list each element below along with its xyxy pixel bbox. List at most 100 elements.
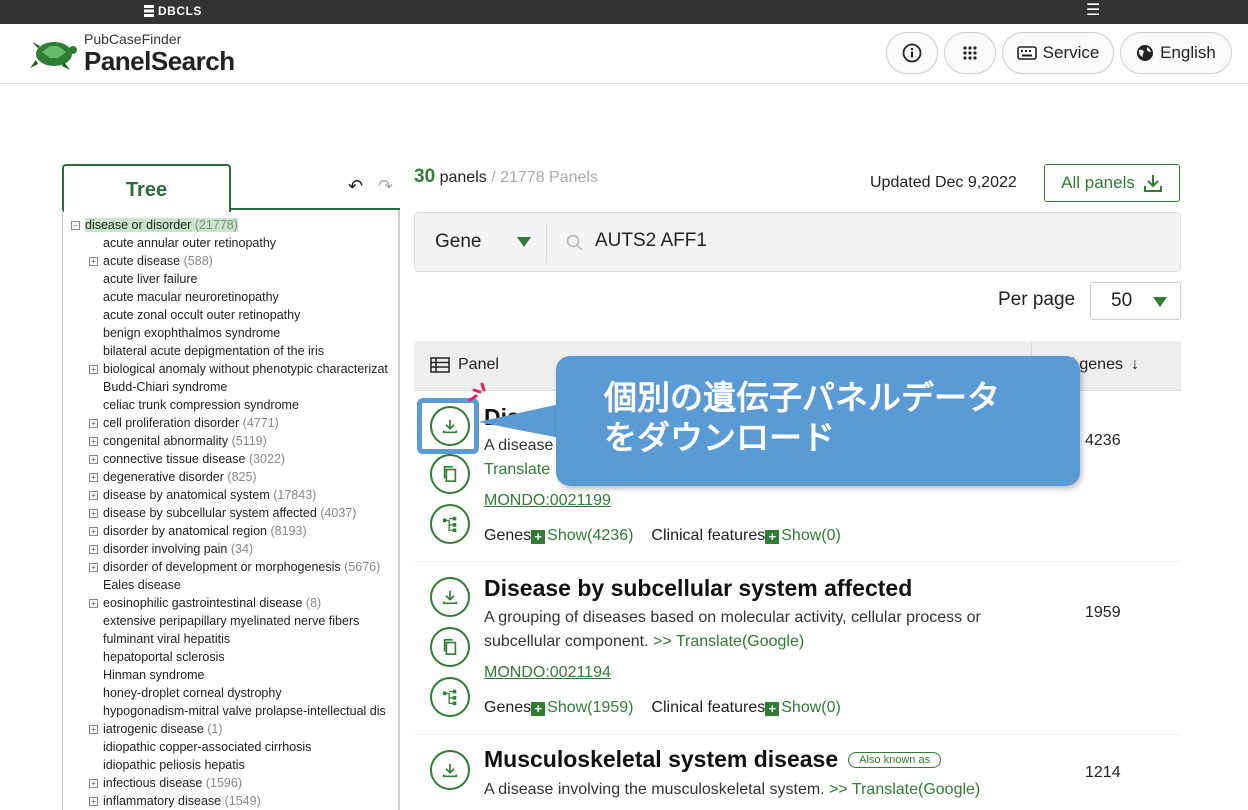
tree-item[interactable]: + disorder of development or morphogenesi… (89, 558, 380, 576)
copy-icon (443, 638, 457, 656)
mondo-link[interactable]: MONDO:0021194 (484, 664, 611, 682)
redo-icon[interactable]: ↷ (378, 176, 393, 197)
search-input[interactable]: AUTS2 AFF1 (595, 230, 707, 252)
expand-icon[interactable]: + (89, 779, 98, 789)
dbcls-brand[interactable]: DBCLS (144, 4, 202, 18)
expand-icon[interactable]: + (89, 365, 98, 375)
tree-item[interactable]: acute zonal occult outer retinopathy (103, 306, 300, 324)
all-panels-label: All panels (1061, 173, 1135, 192)
tree-item[interactable]: idiopathic peliosis hepatis (103, 756, 245, 774)
tree-item[interactable]: acute liver failure (103, 270, 198, 288)
tree-item[interactable]: Hinman syndrome (103, 666, 204, 684)
undo-icon[interactable]: ↶ (348, 176, 363, 197)
tree-item-label: idiopathic copper-associated cirrhosis (103, 740, 312, 754)
tree-item[interactable]: idiopathic copper-associated cirrhosis (103, 738, 311, 756)
translate-link[interactable]: >> Translate(Google) (829, 781, 980, 798)
search-type-select[interactable]: Gene (435, 231, 481, 253)
tree-list[interactable]: − disease or disorder (21778) acute annul… (62, 210, 400, 810)
tree-item[interactable]: + degenerative disorder (825) (89, 468, 257, 486)
expand-icon[interactable]: + (89, 725, 98, 735)
copy-button[interactable] (430, 627, 470, 667)
results-summary: 30 panels / 21778 Panels (414, 166, 598, 188)
tree-item[interactable]: + congenital abnormality (5119) (89, 432, 267, 450)
expand-icon[interactable]: + (89, 563, 98, 573)
tab-tree[interactable]: Tree (62, 164, 231, 212)
genes-show[interactable]: Genes + Show(1959) (484, 699, 633, 717)
expand-icon[interactable]: + (89, 491, 98, 501)
expand-icon[interactable]: + (89, 455, 98, 465)
download-panel-button[interactable] (430, 750, 470, 790)
tree-item[interactable]: hypogonadism-mitral valve prolapse-intel… (103, 702, 386, 720)
also-known-as-badge[interactable]: Also known as (848, 752, 942, 768)
expand-icon[interactable]: + (89, 545, 98, 555)
callout-pointer (478, 404, 560, 438)
expand-icon[interactable]: + (89, 527, 98, 537)
expand-icon[interactable]: + (89, 257, 98, 267)
clinical-show[interactable]: Clinical features + Show(0) (651, 699, 841, 717)
tree-item[interactable]: Budd-Chiari syndrome (103, 378, 227, 396)
expand-icon[interactable]: + (89, 599, 98, 609)
tree-item[interactable]: bilateral acute depigmentation of the ir… (103, 342, 324, 360)
tree-item[interactable]: + connective tissue disease (3022) (89, 450, 285, 468)
tree-item-label: Budd-Chiari syndrome (103, 380, 228, 394)
tree-item[interactable]: acute annular outer retinopathy (103, 234, 276, 252)
tree-item[interactable]: + infectious disease (1596) (89, 774, 242, 792)
clinical-show-link[interactable]: Show(0) (781, 699, 841, 716)
hamburger-icon[interactable]: ☰ (1086, 3, 1100, 19)
panel-title[interactable]: Disease by subcellular system affected (484, 575, 912, 602)
tree-item[interactable]: celiac trunk compression syndrome (103, 396, 299, 414)
tree-item[interactable]: + cell proliferation disorder (4771) (89, 414, 279, 432)
tree-item[interactable]: benign exophthalmos syndrome (103, 324, 280, 342)
clinical-show-link[interactable]: Show(0) (781, 527, 841, 544)
service-button[interactable]: Service (1002, 32, 1114, 74)
translate-link[interactable]: >> Translate(Google) (653, 633, 804, 650)
mondo-link[interactable]: MONDO:0021199 (484, 492, 611, 510)
per-page-select[interactable]: 50 (1090, 282, 1181, 320)
genes-show[interactable]: Genes + Show(4236) (484, 527, 633, 545)
sort-down-icon[interactable]: ↓ (1131, 356, 1139, 374)
tree-item[interactable]: + biological anomaly without phenotypic c… (89, 360, 388, 378)
tree-item-label: disorder by anatomical region (103, 524, 267, 538)
clinical-show[interactable]: Clinical features + Show(0) (651, 527, 841, 545)
expand-icon[interactable]: + (89, 797, 98, 807)
copy-button[interactable] (430, 454, 470, 494)
tree-item-label: biological anomaly without phenotypic ch… (103, 362, 388, 376)
tree-item[interactable]: acute macular neuroretinopathy (103, 288, 279, 306)
expand-icon[interactable]: + (89, 437, 98, 447)
tree-item[interactable]: + eosinophilic gastrointestinal disease (… (89, 594, 321, 612)
tree-item-label: acute macular neuroretinopathy (103, 290, 279, 304)
tree-item-label: acute disease (103, 254, 181, 268)
column-panel[interactable]: Panel (430, 356, 499, 374)
result-count: 30 (414, 166, 436, 187)
expand-icon[interactable]: + (89, 473, 98, 483)
download-panel-button[interactable] (430, 577, 470, 617)
tree-item[interactable]: + inflammatory disease (1549) (89, 792, 261, 810)
tree-item[interactable]: fulminant viral hepatitis (103, 630, 230, 648)
language-button[interactable]: English (1120, 32, 1232, 74)
tree-item[interactable]: + acute disease (588) (89, 252, 213, 270)
tree-item[interactable]: Eales disease (103, 576, 181, 594)
tree-item[interactable]: + iatrogenic disease (1) (89, 720, 223, 738)
logo-title: PanelSearch (84, 46, 235, 76)
hierarchy-button[interactable] (430, 677, 470, 717)
tree-item[interactable]: + disease by anatomical system (17843) (89, 486, 316, 504)
hierarchy-button[interactable] (430, 504, 470, 544)
collapse-icon[interactable]: − (71, 221, 80, 231)
apps-button[interactable] (944, 32, 996, 74)
dropdown-arrow-icon[interactable] (517, 237, 531, 247)
logo[interactable]: PubCaseFinder PanelSearch (28, 32, 235, 75)
tree-item[interactable]: + disorder involving pain (34) (89, 540, 253, 558)
panel-title[interactable]: Musculoskeletal system disease Also known… (484, 746, 942, 773)
tree-root[interactable]: − disease or disorder (21778) (71, 216, 238, 234)
genes-show-link[interactable]: Show(1959) (547, 699, 633, 716)
tree-item[interactable]: extensive peripapillary myelinated nerve… (103, 612, 359, 630)
tree-item[interactable]: honey-droplet corneal dystrophy (103, 684, 282, 702)
expand-icon[interactable]: + (89, 509, 98, 519)
tree-item[interactable]: + disorder by anatomical region (8193) (89, 522, 307, 540)
genes-show-link[interactable]: Show(4236) (547, 527, 633, 544)
info-button[interactable] (886, 32, 938, 74)
tree-item[interactable]: hepatoportal sclerosis (103, 648, 225, 666)
expand-icon[interactable]: + (89, 419, 98, 429)
tree-item[interactable]: + disease by subcellular system affected … (89, 504, 356, 522)
all-panels-download-button[interactable]: All panels (1044, 164, 1180, 202)
